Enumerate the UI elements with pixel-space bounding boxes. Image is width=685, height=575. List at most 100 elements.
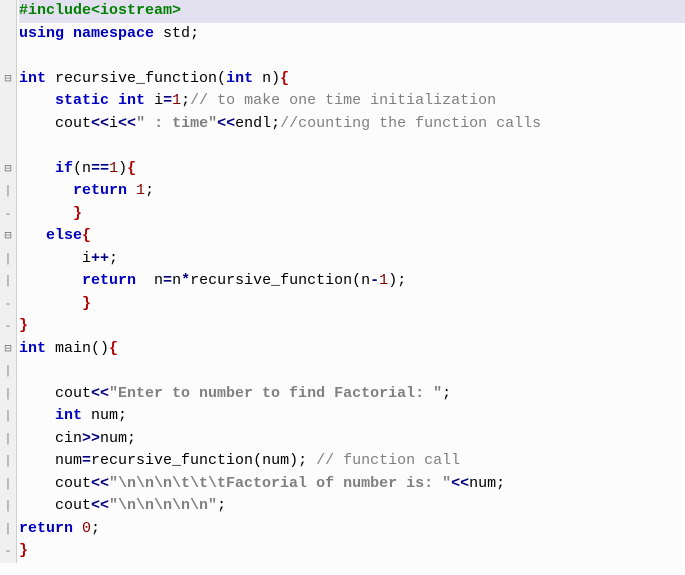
fold-marker: | <box>0 495 16 518</box>
token-id <box>307 452 316 469</box>
token-brace: } <box>19 317 28 334</box>
fold-marker <box>0 90 16 113</box>
token-id <box>127 182 136 199</box>
token-k: int <box>226 70 253 87</box>
token-c: //counting the function calls <box>280 115 541 132</box>
code-line: using namespace std; <box>19 23 685 46</box>
fold-marker <box>0 135 16 158</box>
fold-marker[interactable]: ⊟ <box>0 338 16 361</box>
token-op: * <box>181 272 190 289</box>
fold-marker: | <box>0 270 16 293</box>
code-line: cout<<"Enter to number to find Factorial… <box>19 383 685 406</box>
token-id: recursive_function <box>46 70 217 87</box>
token-s: " : time" <box>136 115 217 132</box>
token-k: int <box>118 92 145 109</box>
code-line <box>19 45 685 68</box>
fold-marker: | <box>0 518 16 541</box>
code-area: #include<iostream>using namespace std; i… <box>17 0 685 563</box>
token-k: return <box>82 272 136 289</box>
code-line: } <box>19 315 685 338</box>
token-k: using <box>19 25 64 42</box>
token-brace: } <box>82 295 91 312</box>
token-c: // to make one time initialization <box>190 92 496 109</box>
token-k: int <box>19 340 46 357</box>
token-op: ++ <box>91 250 109 267</box>
fold-marker[interactable]: ⊟ <box>0 158 16 181</box>
code-line: i++; <box>19 248 685 271</box>
token-p: ( <box>253 452 262 469</box>
token-p: ; <box>109 250 118 267</box>
fold-marker <box>0 113 16 136</box>
token-op: == <box>91 160 109 177</box>
token-id: cout <box>19 475 91 492</box>
token-c: // function call <box>316 452 460 469</box>
token-p: ( <box>73 160 82 177</box>
code-line: } <box>19 203 685 226</box>
fold-marker: | <box>0 360 16 383</box>
token-n: 1 <box>379 272 388 289</box>
token-id: num <box>82 407 118 424</box>
token-p: ; <box>271 115 280 132</box>
token-id <box>19 295 82 312</box>
token-k: int <box>19 70 46 87</box>
token-id <box>73 520 82 537</box>
token-p: ) <box>388 272 397 289</box>
token-op: = <box>82 452 91 469</box>
token-op: << <box>91 115 109 132</box>
code-line: cout<<"\n\n\n\t\t\tFactorial of number i… <box>19 473 685 496</box>
code-line: cin>>num; <box>19 428 685 451</box>
token-id: endl <box>235 115 271 132</box>
code-line: cout<<i<<" : time"<<endl;//counting the … <box>19 113 685 136</box>
token-id: std <box>154 25 190 42</box>
token-op: << <box>91 385 109 402</box>
token-id: num <box>262 452 289 469</box>
token-id: i <box>109 115 118 132</box>
token-id: n <box>136 272 163 289</box>
fold-marker <box>0 45 16 68</box>
token-p: ; <box>496 475 505 492</box>
fold-marker: | <box>0 248 16 271</box>
token-id: main <box>46 340 91 357</box>
token-inc: <iostream> <box>91 2 181 19</box>
token-id <box>64 25 73 42</box>
token-p: ; <box>145 182 154 199</box>
code-line: int recursive_function(int n){ <box>19 68 685 91</box>
code-line: return n=n*recursive_function(n-1); <box>19 270 685 293</box>
fold-marker: - <box>0 540 16 563</box>
token-p: ( <box>352 272 361 289</box>
token-p: ; <box>442 385 451 402</box>
fold-marker: | <box>0 428 16 451</box>
token-id <box>19 160 55 177</box>
token-n: 0 <box>82 520 91 537</box>
fold-marker: - <box>0 315 16 338</box>
token-id <box>19 182 73 199</box>
token-p: ; <box>181 92 190 109</box>
token-p: ; <box>217 497 226 514</box>
token-p: () <box>91 340 109 357</box>
fold-marker[interactable]: ⊟ <box>0 225 16 248</box>
token-op: = <box>163 92 172 109</box>
token-s: "\n\n\n\t\t\tFactorial of number is: " <box>109 475 451 492</box>
token-p: ) <box>118 160 127 177</box>
code-line: cout<<"\n\n\n\n\n"; <box>19 495 685 518</box>
token-n: 1 <box>109 160 118 177</box>
token-op: - <box>370 272 379 289</box>
token-id: cin <box>19 430 82 447</box>
token-op: << <box>118 115 136 132</box>
code-line: else{ <box>19 225 685 248</box>
code-line: int num; <box>19 405 685 428</box>
token-p: ) <box>289 452 298 469</box>
token-brace: } <box>19 542 28 559</box>
token-id: num <box>100 430 127 447</box>
fold-marker <box>0 23 16 46</box>
code-line <box>19 135 685 158</box>
token-id: cout <box>19 497 91 514</box>
token-id <box>19 92 55 109</box>
fold-marker[interactable]: ⊟ <box>0 68 16 91</box>
token-p: ; <box>91 520 100 537</box>
token-id <box>19 227 46 244</box>
token-s: "Enter to number to find Factorial: " <box>109 385 442 402</box>
fold-marker: | <box>0 405 16 428</box>
token-id <box>109 92 118 109</box>
fold-marker: - <box>0 293 16 316</box>
